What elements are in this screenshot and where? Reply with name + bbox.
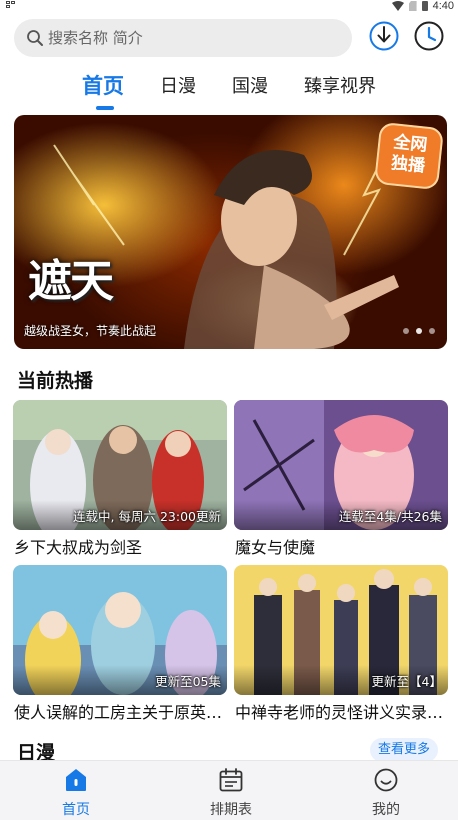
featured-banner[interactable]: 全网 独播 遮天 越级战圣女，节奏此战起 xyxy=(14,115,447,349)
profile-icon xyxy=(374,768,398,792)
banner-logo: 遮天 xyxy=(28,256,114,307)
wifi-icon xyxy=(391,1,404,11)
bottom-navigation: 首页 排期表 我的 xyxy=(0,760,458,820)
search-icon xyxy=(27,30,43,46)
tab-premium[interactable]: 臻享视界 xyxy=(304,72,376,98)
card-status: 连载至4集/共26集 xyxy=(338,509,442,524)
status-bar: 4:40 xyxy=(0,0,458,12)
nav-profile[interactable]: 我的 xyxy=(336,761,436,820)
download-icon[interactable] xyxy=(368,20,400,52)
banner-dot xyxy=(403,328,409,334)
status-icons: 4:40 xyxy=(391,0,454,12)
nav-schedule[interactable]: 排期表 xyxy=(181,761,281,820)
history-icon[interactable] xyxy=(413,20,445,52)
notification-icon xyxy=(6,1,16,9)
signal-icon xyxy=(408,1,417,11)
tab-chinese[interactable]: 国漫 xyxy=(232,72,268,98)
nav-home[interactable]: 首页 xyxy=(26,761,126,820)
clock-text: 4:40 xyxy=(432,0,454,12)
card-status: 更新至05集 xyxy=(155,674,221,689)
banner-pagination xyxy=(403,328,435,334)
hot-section-title: 当前热播 xyxy=(17,370,94,392)
anime-card-1[interactable]: 连载中, 每周六 23:00更新 xyxy=(13,400,227,530)
category-tabs: 首页 日漫 国漫 臻享视界 xyxy=(0,68,458,112)
anime-card-1-title[interactable]: 乡下大叔成为剑圣 xyxy=(14,534,228,558)
anime-card-3[interactable]: 更新至05集 xyxy=(13,565,227,695)
banner-caption: 越级战圣女，节奏此战起 xyxy=(24,324,157,338)
search-input[interactable] xyxy=(48,29,328,47)
anime-card-2-title[interactable]: 魔女与使魔 xyxy=(235,534,449,558)
card-status: 更新至【4】 xyxy=(371,674,442,689)
see-more-button[interactable]: 查看更多 xyxy=(370,738,438,762)
search-bar[interactable] xyxy=(14,19,352,57)
anime-card-4[interactable]: 更新至【4】 xyxy=(234,565,448,695)
anime-card-2[interactable]: 连载至4集/共26集 xyxy=(234,400,448,530)
banner-dot-active xyxy=(416,328,422,334)
banner-dot xyxy=(429,328,435,334)
card-status: 连载中, 每周六 23:00更新 xyxy=(73,509,221,524)
nav-home-label: 首页 xyxy=(62,802,90,818)
tab-home[interactable]: 首页 xyxy=(82,70,124,100)
anime-card-3-title[interactable]: 使人误解的工房主关于原英… xyxy=(14,699,228,723)
nav-schedule-label: 排期表 xyxy=(210,802,252,818)
tab-indicator xyxy=(96,106,114,110)
battery-icon xyxy=(421,1,428,11)
nav-profile-label: 我的 xyxy=(372,802,400,818)
tab-japanese[interactable]: 日漫 xyxy=(160,72,196,98)
calendar-icon xyxy=(219,768,243,792)
home-icon xyxy=(66,769,86,791)
anime-card-4-title[interactable]: 中禅寺老师的灵怪讲义实录… xyxy=(235,699,449,723)
exclusive-badge: 全网 独播 xyxy=(373,121,445,191)
